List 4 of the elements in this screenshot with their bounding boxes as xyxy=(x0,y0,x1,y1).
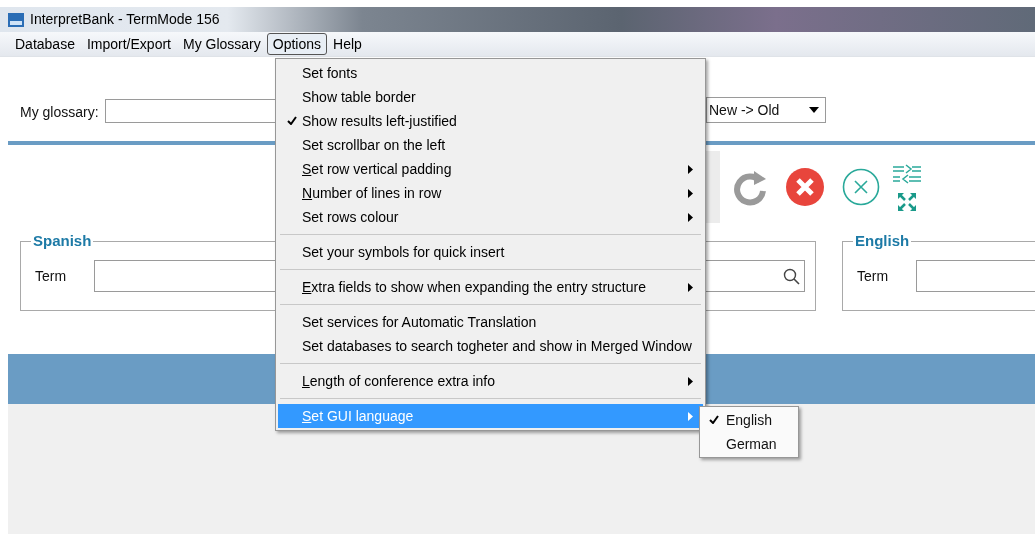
window-title: InterpretBank - TermMode 156 xyxy=(30,10,220,29)
term-label: Term xyxy=(857,266,889,286)
term-label: Term xyxy=(35,266,67,286)
glossary-label: My glossary: xyxy=(20,103,99,122)
